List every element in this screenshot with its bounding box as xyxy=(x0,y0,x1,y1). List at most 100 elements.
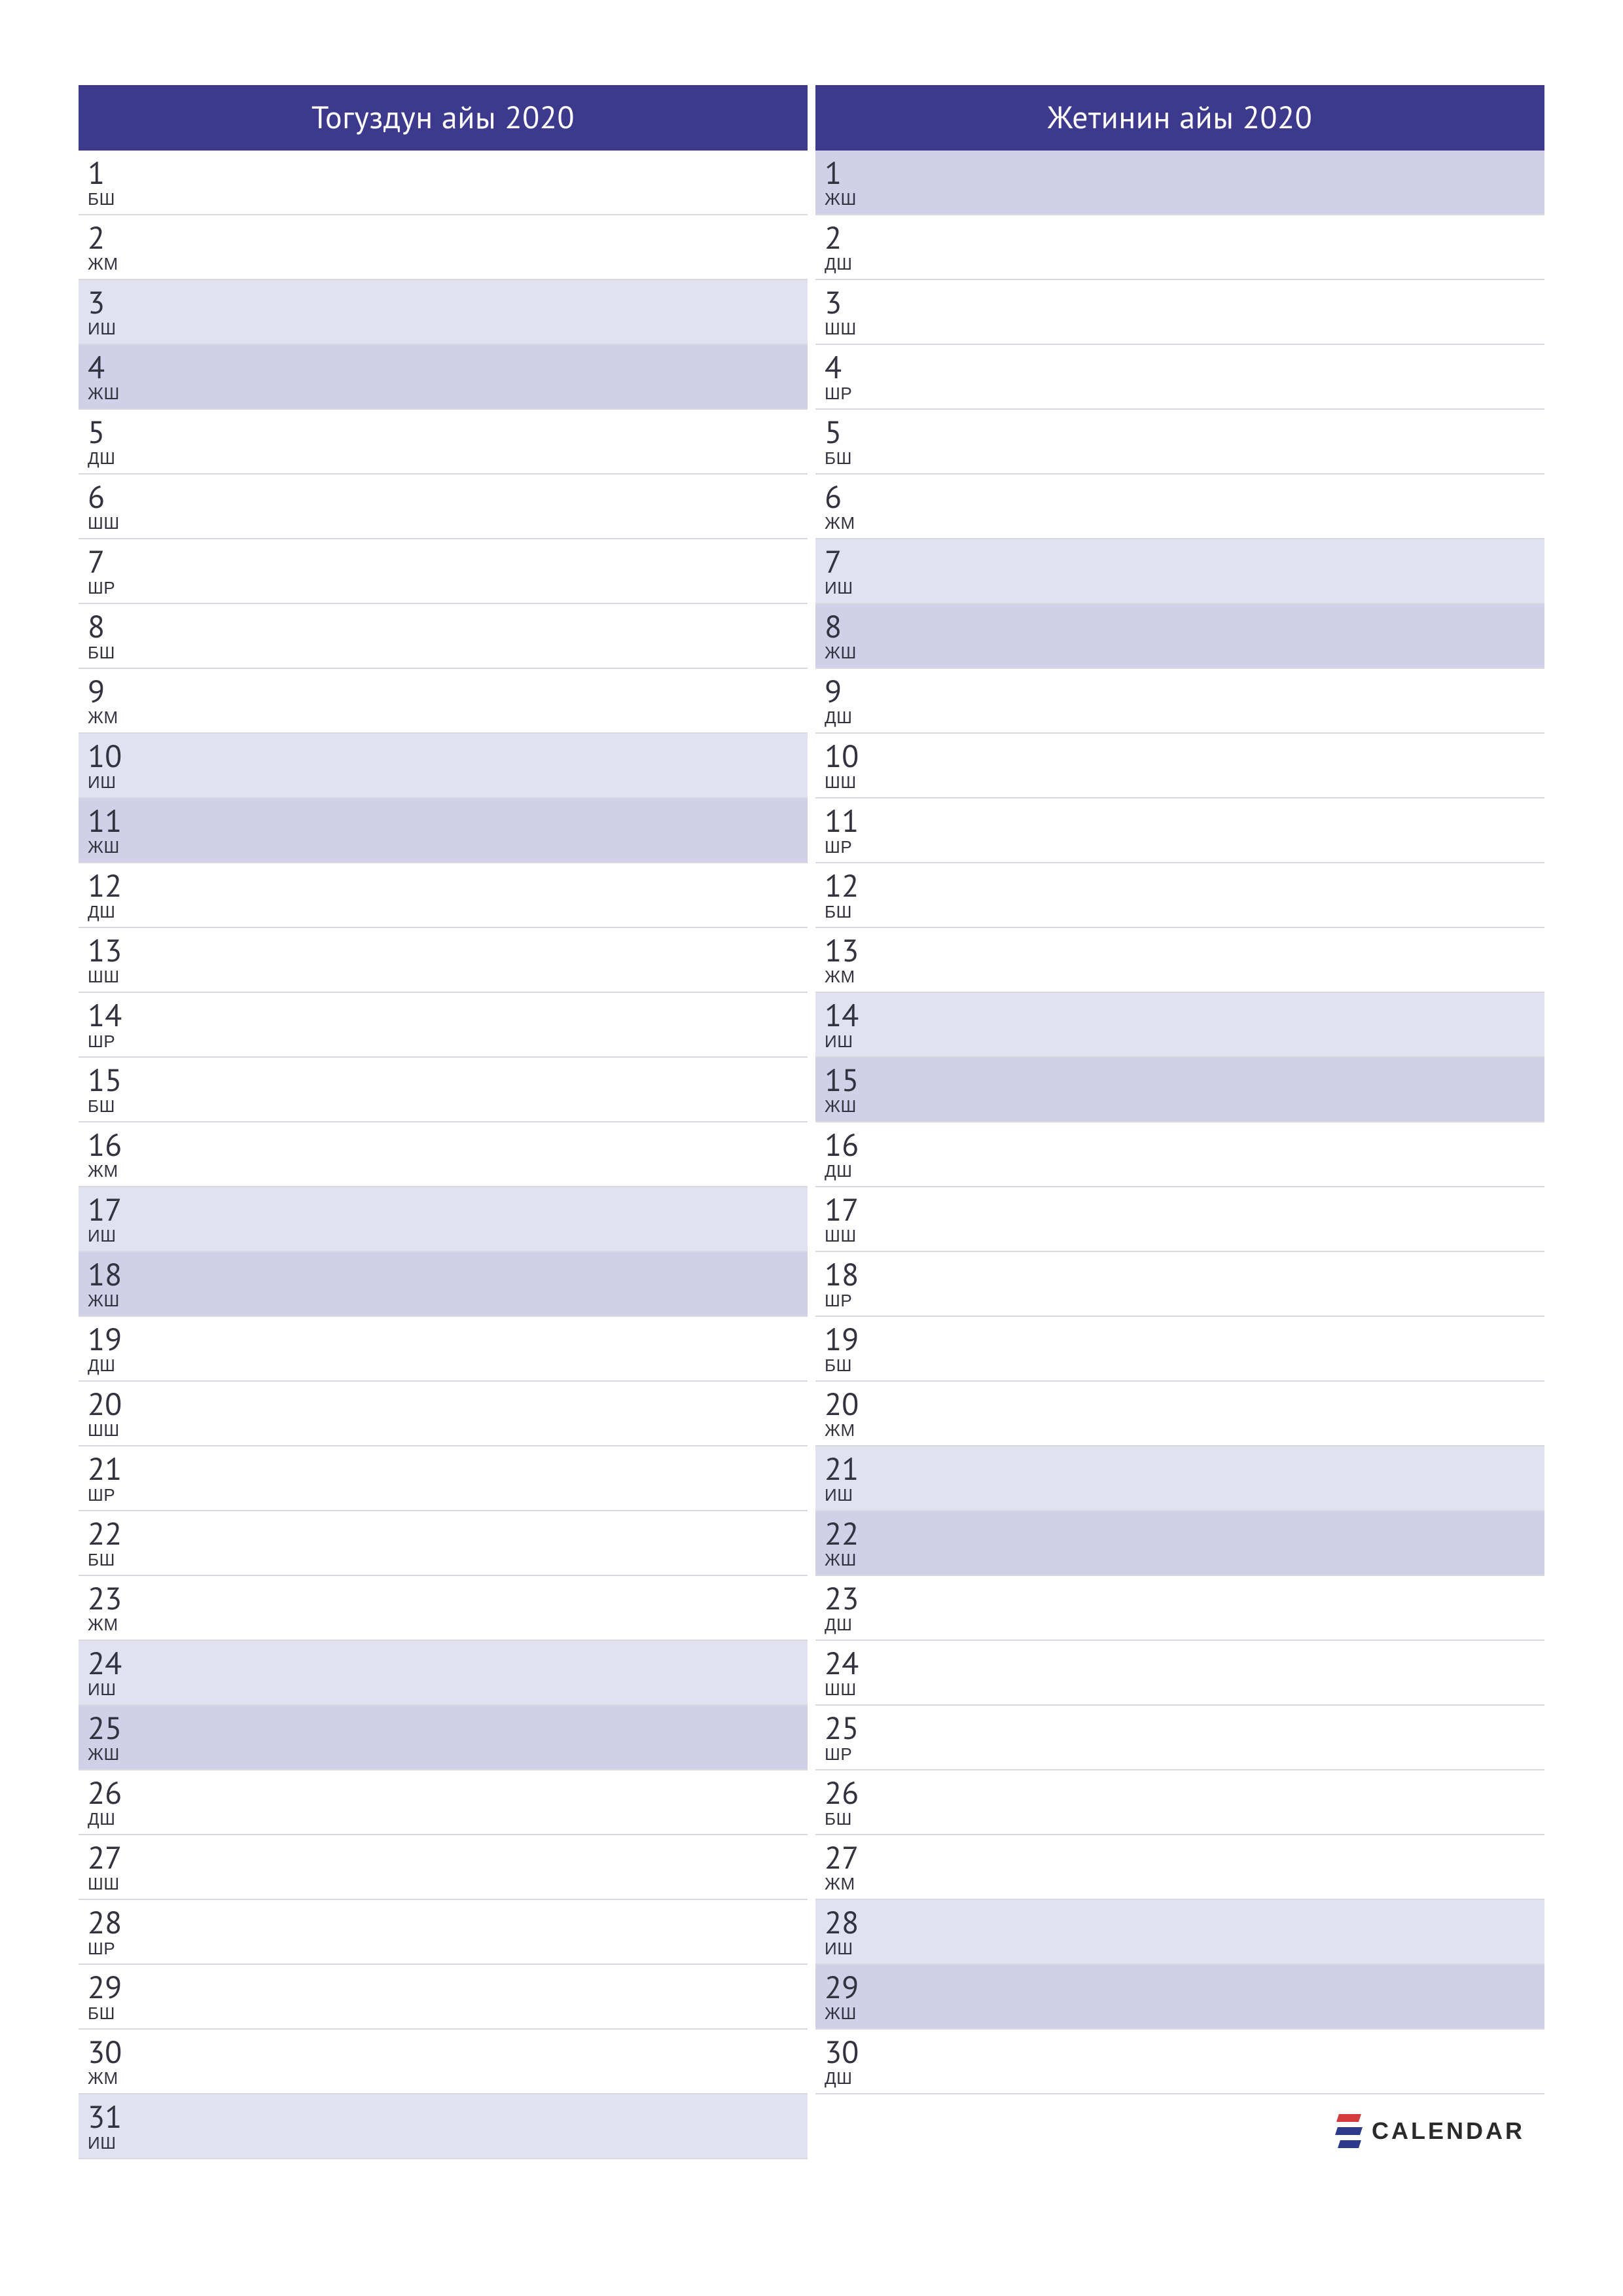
day-number: 16 xyxy=(88,1129,808,1160)
day-number: 7 xyxy=(88,546,808,577)
day-abbr: БШ xyxy=(88,643,808,662)
days-list-right: 1ЖШ2ДШ3ШШ4ШР5БШ6ЖМ7ИШ8ЖШ9ДШ10ШШ11ШР12БШ1… xyxy=(815,151,1544,2094)
day-row: 5ДШ xyxy=(79,410,808,475)
day-abbr: ИШ xyxy=(88,773,808,792)
day-abbr: ИШ xyxy=(88,2134,808,2153)
day-abbr: ШШ xyxy=(825,773,1544,792)
day-abbr: ЖМ xyxy=(88,708,808,727)
day-row: 28ИШ xyxy=(815,1900,1544,1965)
day-row: 2 ДШ xyxy=(815,215,1544,280)
day-abbr: ЖМ xyxy=(88,255,808,274)
day-number: 1 xyxy=(88,157,808,188)
day-row: 25ШР xyxy=(815,1706,1544,1770)
day-abbr: ШР xyxy=(88,1939,808,1958)
day-row: 4ЖШ xyxy=(79,345,808,410)
day-abbr: ДШ xyxy=(88,1356,808,1375)
day-number: 26 xyxy=(825,1777,1544,1808)
footer-area: CALENDAR xyxy=(815,2094,1544,2159)
day-row: 11ШР xyxy=(815,798,1544,863)
day-abbr: ЖМ xyxy=(88,1162,808,1181)
day-number: 19 xyxy=(88,1323,808,1355)
day-abbr: ШР xyxy=(825,1745,1544,1764)
day-abbr: ЖШ xyxy=(825,2004,1544,2023)
day-number: 31 xyxy=(88,2101,808,2132)
day-row: 15БШ xyxy=(79,1058,808,1122)
day-abbr: БШ xyxy=(825,1810,1544,1829)
day-row: 23ЖМ xyxy=(79,1576,808,1641)
day-row: 31 ИШ xyxy=(79,2094,808,2159)
day-abbr: ШР xyxy=(88,1486,808,1505)
day-number: 10 xyxy=(825,740,1544,772)
day-number: 8 xyxy=(88,611,808,642)
day-number: 30 xyxy=(88,2036,808,2068)
day-abbr: ЖШ xyxy=(825,1097,1544,1116)
day-number: 11 xyxy=(88,805,808,836)
day-abbr: БШ xyxy=(88,1551,808,1570)
day-row: 17ШШ xyxy=(815,1187,1544,1252)
day-abbr: ЖШ xyxy=(88,384,808,403)
month-header: Жетинин айы 2020 xyxy=(815,85,1544,151)
day-number: 27 xyxy=(825,1842,1544,1873)
day-number: 18 xyxy=(825,1259,1544,1290)
day-row: 25ЖШ xyxy=(79,1706,808,1770)
day-row: 23ДШ xyxy=(815,1576,1544,1641)
day-row: 16 ЖМ xyxy=(79,1122,808,1187)
day-row: 6ЖМ xyxy=(815,475,1544,539)
day-row: 3ШШ xyxy=(815,280,1544,345)
day-abbr: ЖШ xyxy=(825,643,1544,662)
day-abbr: ЖМ xyxy=(825,1421,1544,1440)
day-abbr: ИШ xyxy=(825,1486,1544,1505)
day-number: 20 xyxy=(88,1388,808,1420)
day-row: 9ЖМ xyxy=(79,669,808,734)
day-row: 14ИШ xyxy=(815,993,1544,1058)
day-number: 15 xyxy=(825,1064,1544,1096)
day-number: 24 xyxy=(825,1647,1544,1679)
day-row: 21 ИШ xyxy=(815,1446,1544,1511)
day-row: 27ШШ xyxy=(79,1835,808,1900)
day-row: 18ШР xyxy=(815,1252,1544,1317)
day-row: 9ДШ xyxy=(815,669,1544,734)
day-row: 28ШР xyxy=(79,1900,808,1965)
day-number: 21 xyxy=(88,1453,808,1484)
day-number: 14 xyxy=(825,999,1544,1031)
day-number: 9 xyxy=(88,675,808,707)
day-number: 6 xyxy=(825,481,1544,512)
day-abbr: ИШ xyxy=(825,579,1544,598)
day-number: 2 xyxy=(825,222,1544,253)
day-abbr: ИШ xyxy=(825,1032,1544,1051)
day-row: 27ЖМ xyxy=(815,1835,1544,1900)
day-row: 20ШШ xyxy=(79,1382,808,1446)
day-row: 6ШШ xyxy=(79,475,808,539)
day-row: 22БШ xyxy=(79,1511,808,1576)
day-row: 1ЖШ xyxy=(815,151,1544,215)
day-abbr: ИШ xyxy=(88,1680,808,1699)
day-number: 25 xyxy=(825,1712,1544,1744)
day-number: 9 xyxy=(825,675,1544,707)
day-abbr: ДШ xyxy=(825,708,1544,727)
day-number: 5 xyxy=(88,416,808,448)
day-row: 18ЖШ xyxy=(79,1252,808,1317)
day-row: 29ЖШ xyxy=(815,1965,1544,2030)
day-number: 3 xyxy=(825,287,1544,318)
day-number: 21 xyxy=(825,1453,1544,1484)
day-abbr: ШР xyxy=(88,1032,808,1051)
day-row: 7ШР xyxy=(79,539,808,604)
day-abbr: ДШ xyxy=(825,1162,1544,1181)
day-abbr: ЖШ xyxy=(825,190,1544,209)
day-number: 23 xyxy=(88,1583,808,1614)
day-abbr: БШ xyxy=(825,903,1544,922)
day-number: 3 xyxy=(88,287,808,318)
day-abbr: ДШ xyxy=(88,449,808,468)
day-number: 12 xyxy=(88,870,808,901)
day-abbr: ДШ xyxy=(825,255,1544,274)
day-number: 22 xyxy=(825,1518,1544,1549)
day-number: 4 xyxy=(88,351,808,383)
day-abbr: ИШ xyxy=(88,319,808,338)
day-abbr: ИШ xyxy=(88,1227,808,1246)
day-number: 23 xyxy=(825,1583,1544,1614)
day-number: 15 xyxy=(88,1064,808,1096)
day-number: 11 xyxy=(825,805,1544,836)
day-number: 17 xyxy=(825,1194,1544,1225)
day-number: 10 xyxy=(88,740,808,772)
day-row: 26 БШ xyxy=(815,1770,1544,1835)
